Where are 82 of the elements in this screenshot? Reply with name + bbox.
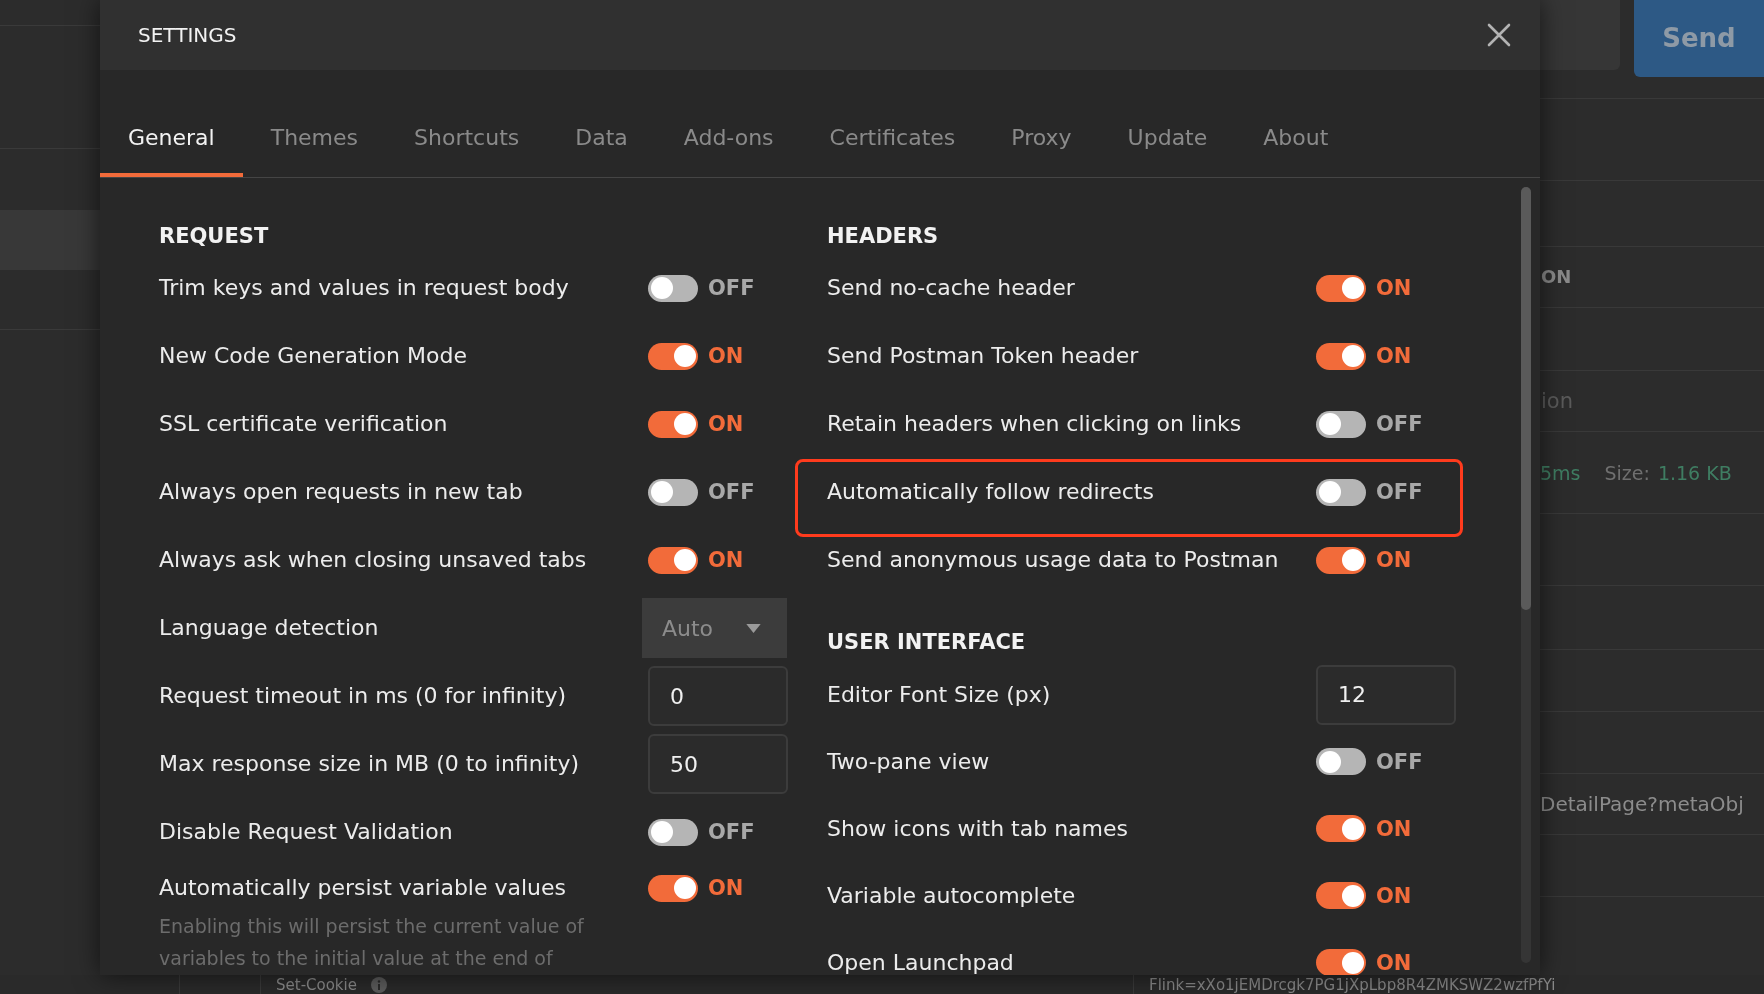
tab[interactable]: Certificates (801, 101, 984, 177)
setting-label: Variable autocomplete (827, 882, 1077, 909)
tab[interactable]: Add-ons (655, 101, 802, 177)
section-heading: HEADERS (827, 223, 940, 250)
setting-label: Language detection (159, 615, 380, 641)
toggle-switch[interactable] (648, 342, 698, 370)
switch-state-text: ON (1376, 275, 1412, 301)
toggle-switch[interactable] (1316, 546, 1366, 574)
switch-state-text: ON (708, 875, 744, 901)
toggle-switch[interactable] (648, 274, 698, 302)
setting-label: Disable Request Validation (159, 819, 454, 845)
setting-label: Show icons with tab names (827, 815, 1129, 842)
caret-icon (746, 623, 761, 633)
toggle-switch[interactable] (648, 818, 698, 846)
scrollbar-track[interactable] (1521, 187, 1531, 963)
toggle-switch[interactable] (1316, 274, 1366, 302)
toggle-switch[interactable] (1316, 342, 1366, 370)
response-time: 5ms (1540, 460, 1581, 485)
toggle-switch[interactable] (648, 410, 698, 438)
tab[interactable]: About (1235, 101, 1357, 177)
switch-state-text: ON (708, 547, 744, 573)
switch-state-text: OFF (708, 819, 755, 845)
toggle-switch[interactable] (648, 546, 698, 574)
switch-state-text: ON (1376, 949, 1412, 975)
column-heading: ON (1541, 265, 1572, 289)
size-label: Size: (1604, 460, 1650, 485)
number-input[interactable]: 0 (648, 666, 788, 726)
section-heading: REQUEST (159, 223, 270, 250)
number-input[interactable]: 12 (1316, 664, 1456, 725)
setting-label: Open Launchpad (827, 949, 1015, 975)
tab[interactable]: Proxy (983, 101, 1100, 177)
tab[interactable]: Data (547, 101, 656, 177)
toggle-switch[interactable] (1316, 410, 1366, 438)
dialog-title: SETTINGS (138, 22, 237, 48)
setting-label: Max response size in MB (0 to infinity) (159, 751, 580, 777)
toggle-switch[interactable] (1316, 478, 1366, 506)
switch-state-text: ON (708, 343, 744, 369)
switch-state-text: OFF (1376, 748, 1423, 775)
setting-label: Automatically persist variable values (159, 875, 568, 901)
setting-label: Two-pane view (827, 748, 991, 775)
setting-label: Editor Font Size (px) (827, 681, 1052, 708)
toggle-switch[interactable] (1316, 815, 1366, 842)
setting-label: Automatically follow redirects (827, 479, 1155, 505)
setting-label: Send anonymous usage data to Postman (827, 547, 1280, 573)
switch-state-text: ON (1376, 882, 1412, 909)
close-icon (1487, 23, 1511, 47)
switch-state-text: ON (1376, 547, 1412, 573)
send-button[interactable]: Send (1634, 0, 1764, 77)
setting-label: Send Postman Token header (827, 343, 1140, 369)
setting-label: Trim keys and values in request body (159, 275, 570, 301)
switch-state-text: ON (1376, 815, 1412, 842)
setting-description: Enabling this will persist the current value of variables to the initial value at the end of (159, 914, 585, 971)
switch-state-text: ON (708, 411, 744, 437)
tab[interactable]: Shortcuts (386, 101, 548, 177)
language-dropdown[interactable]: Auto (642, 598, 787, 658)
toggle-switch[interactable] (1316, 949, 1366, 975)
tab[interactable]: Themes (242, 101, 387, 177)
switch-state-text: ON (1376, 343, 1412, 369)
toggle-switch[interactable] (648, 478, 698, 506)
toggle-switch[interactable] (1316, 882, 1366, 909)
setting-label: Always open requests in new tab (159, 479, 524, 505)
tab[interactable]: Update (1099, 101, 1236, 177)
scrollbar-thumb[interactable] (1521, 187, 1531, 610)
header-value: Flink=xXo1jEMDrcgk7PG1jXpLbp8R4ZMKSWZ2wzfPfYi (1149, 975, 1556, 994)
switch-state-text: OFF (1376, 479, 1423, 505)
switch-state-text: OFF (708, 479, 755, 505)
setting-label: New Code Generation Mode (159, 343, 468, 369)
setting-label: SSL certificate verification (159, 411, 449, 437)
section-heading: USER INTERFACE (827, 629, 1027, 656)
setting-label: Request timeout in ms (0 for infinity) (159, 683, 568, 709)
switch-state-text: OFF (708, 275, 755, 301)
toggle-switch[interactable] (648, 874, 698, 902)
toggle-switch[interactable] (1316, 748, 1366, 775)
tab[interactable]: General (100, 101, 243, 177)
setting-label: Always ask when closing unsaved tabs (159, 547, 588, 573)
size-value: 1.16 KB (1657, 460, 1732, 485)
setting-label: Send no-cache header (827, 275, 1076, 301)
header-name: Set-Cookie (276, 975, 357, 994)
number-input[interactable]: 50 (648, 734, 788, 794)
url-text: DetailPage?metaObj (1540, 791, 1744, 817)
setting-label: Retain headers when clicking on links (827, 411, 1243, 437)
switch-state-text: OFF (1376, 411, 1423, 437)
